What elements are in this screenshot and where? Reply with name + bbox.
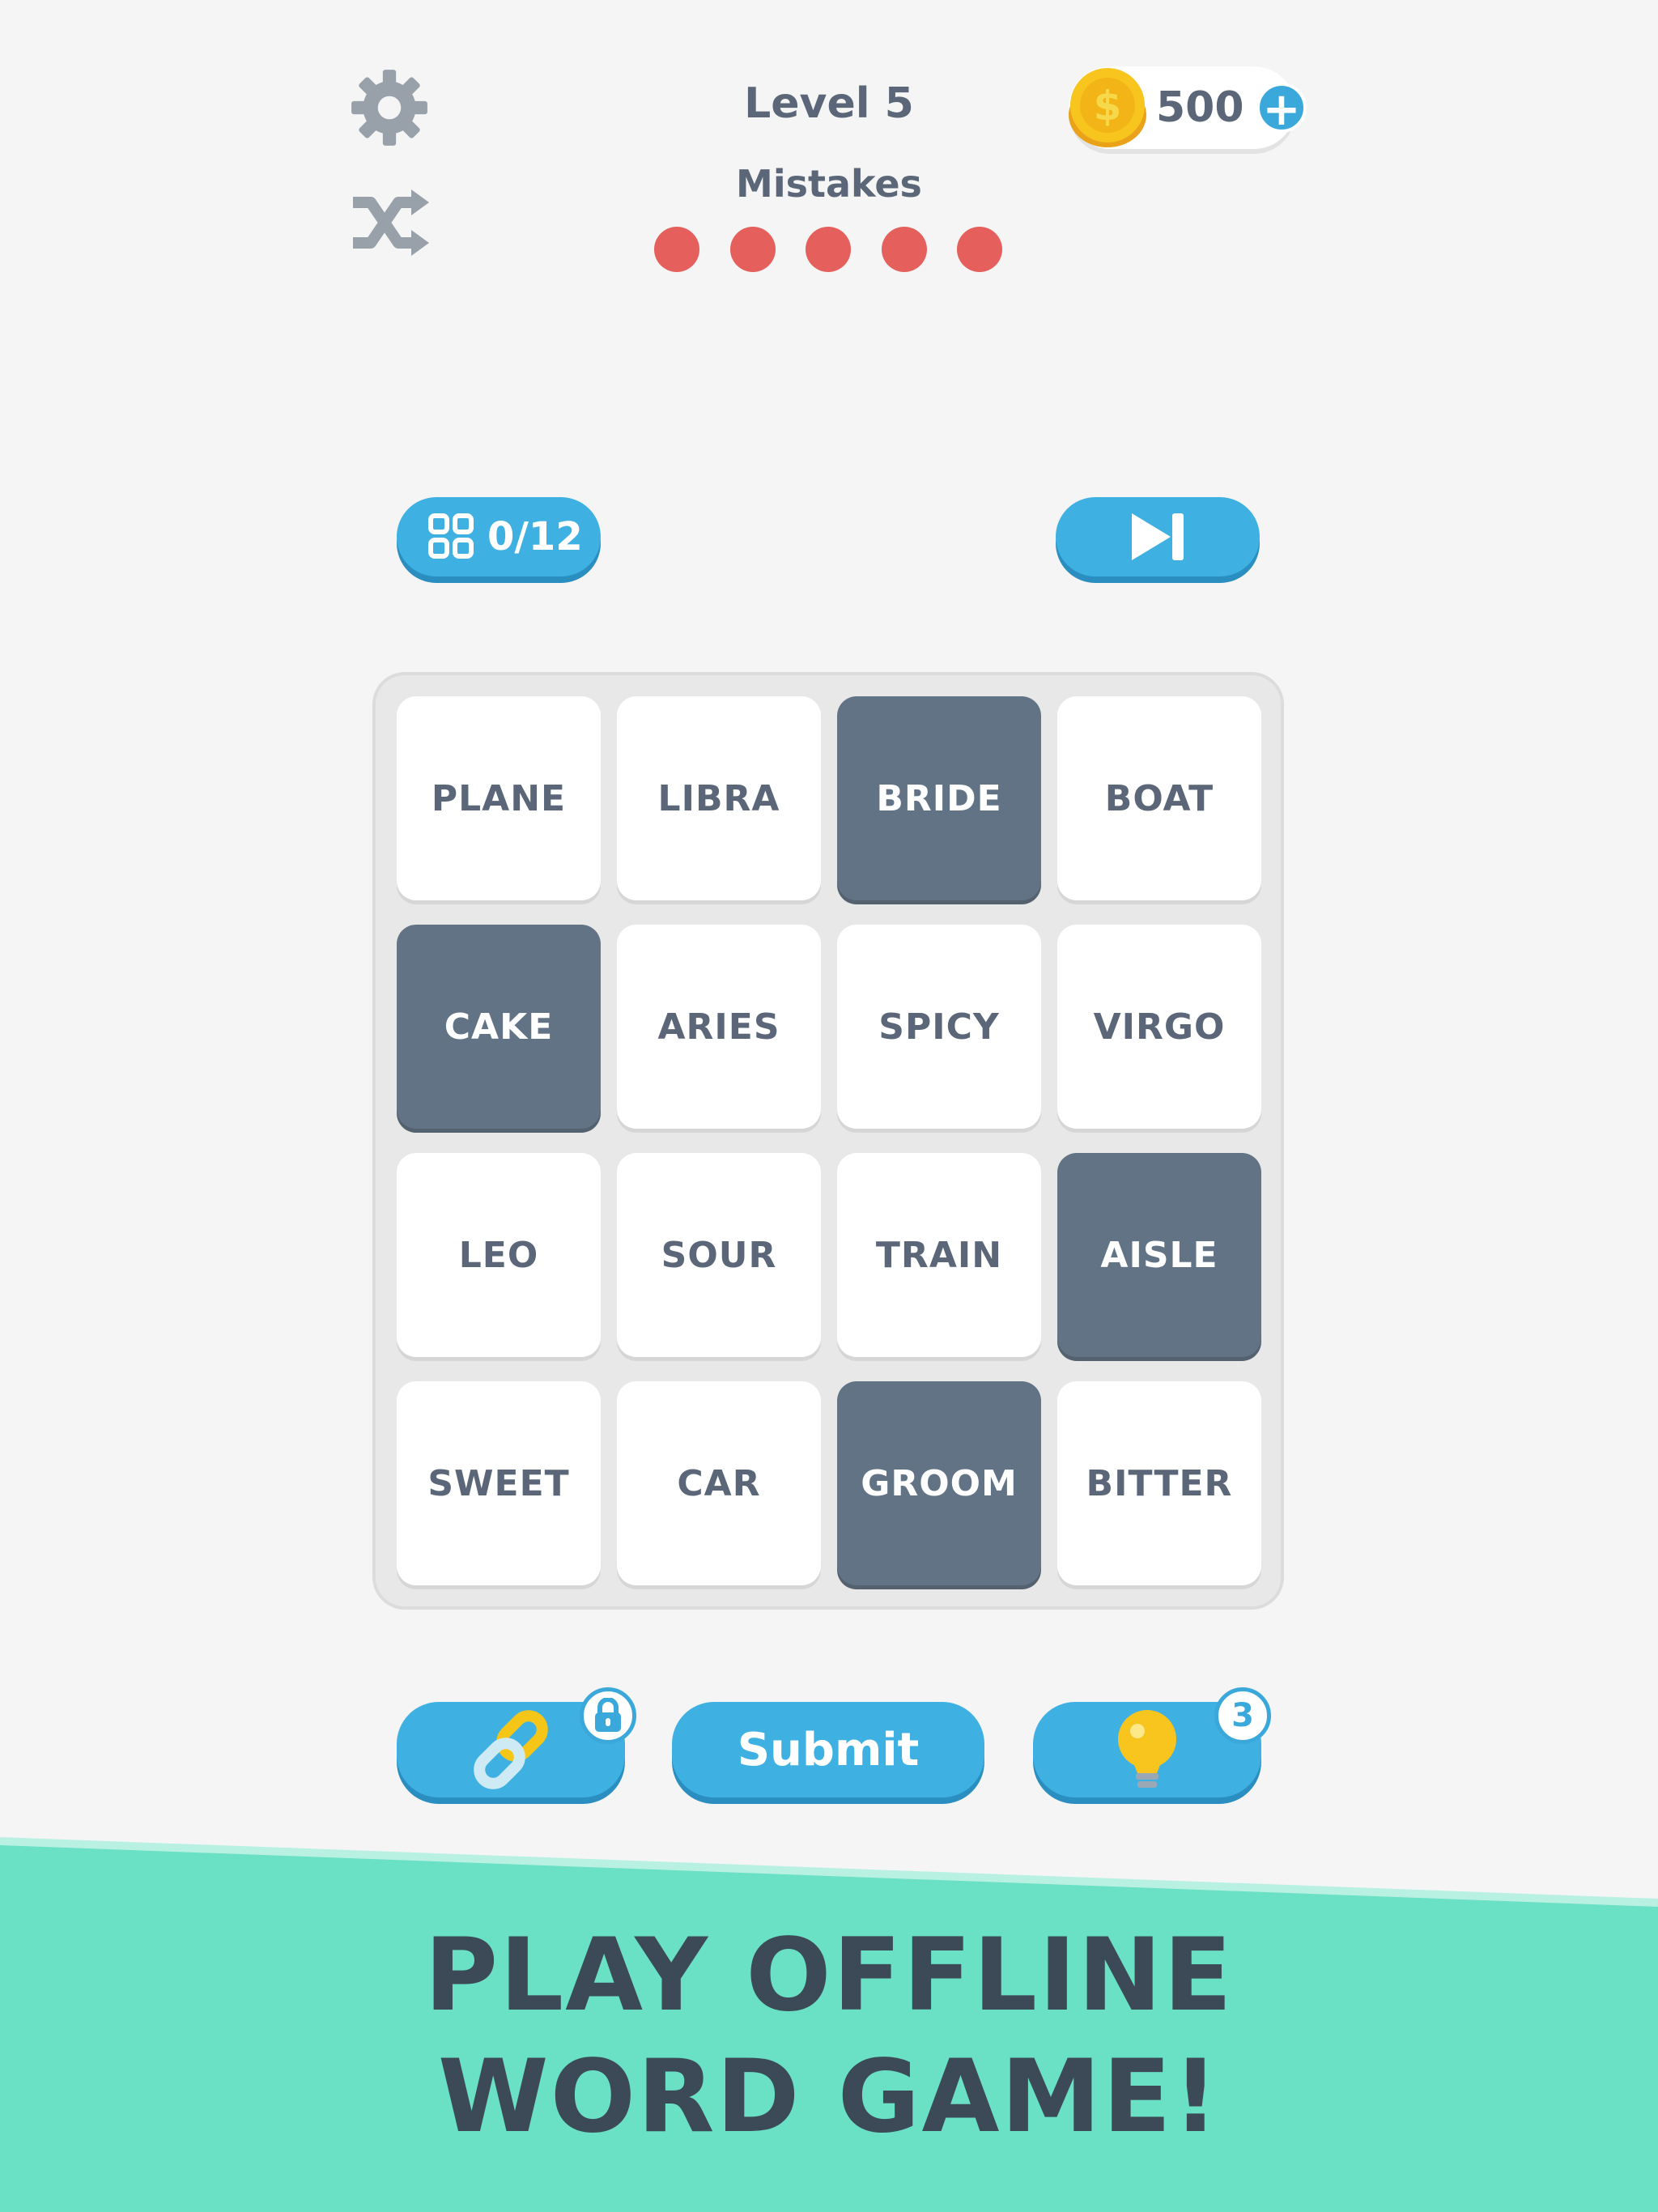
word-tile[interactable]: SOUR [617, 1153, 821, 1357]
level-title: Level 5 [744, 79, 914, 128]
mistakes-indicator [654, 227, 1002, 274]
word-tile[interactable]: CAKE [397, 925, 601, 1129]
word-tile[interactable]: ARIES [617, 925, 821, 1129]
word-tile[interactable]: BRIDE [837, 696, 1041, 900]
submit-button[interactable]: Submit [672, 1702, 984, 1797]
plus-icon: + [1262, 83, 1301, 136]
banner-title-line-2: WORD GAME! [437, 2039, 1221, 2155]
word-tile[interactable]: SPICY [837, 925, 1041, 1129]
mistake-dot [806, 227, 851, 272]
mistakes-label: Mistakes [736, 162, 922, 206]
gear-icon [351, 70, 427, 146]
groups-progress: 0/12 [397, 497, 601, 576]
coin-count: 500 [1156, 83, 1244, 132]
lock-badge [580, 1687, 636, 1744]
skip-level-button[interactable] [1056, 497, 1260, 576]
word-tile[interactable]: VIRGO [1057, 925, 1261, 1129]
hint-count-badge: 3 [1214, 1687, 1271, 1744]
word-tile[interactable]: SWEET [397, 1381, 601, 1585]
add-coins-button[interactable]: + [1256, 83, 1307, 136]
skip-next-icon [1132, 513, 1184, 560]
word-tile[interactable]: LIBRA [617, 696, 821, 900]
mistake-dot [957, 227, 1002, 272]
chain-link-icon [474, 1710, 548, 1789]
word-tile[interactable]: GROOM [837, 1381, 1041, 1585]
word-tile[interactable]: PLANE [397, 696, 601, 900]
lock-icon [595, 1698, 621, 1732]
shuffle-icon [353, 189, 429, 256]
word-board: PLANE LIBRA BRIDE BOAT CAKE ARIES SPICY VIRGO LE… [372, 672, 1284, 1610]
svg-text:$: $ [1094, 83, 1122, 130]
progress-text: 0/12 [487, 514, 583, 559]
banner-title-line-1: PLAY OFFLINE [424, 1917, 1234, 2034]
settings-button[interactable] [348, 66, 431, 149]
word-tile[interactable]: TRAIN [837, 1153, 1041, 1357]
lightbulb-icon [1118, 1710, 1176, 1788]
word-tile[interactable]: BOAT [1057, 696, 1261, 900]
grid-icon [428, 513, 474, 559]
mistake-dot [729, 227, 776, 272]
word-tile[interactable]: AISLE [1057, 1153, 1261, 1357]
mistake-dot [881, 227, 927, 272]
shuffle-button[interactable] [348, 185, 432, 262]
word-tile[interactable]: BITTER [1057, 1381, 1261, 1585]
word-tile[interactable]: LEO [397, 1153, 601, 1357]
word-tile[interactable]: CAR [617, 1381, 821, 1585]
mistake-dot [654, 227, 699, 272]
coin-icon: $ [1069, 68, 1146, 147]
